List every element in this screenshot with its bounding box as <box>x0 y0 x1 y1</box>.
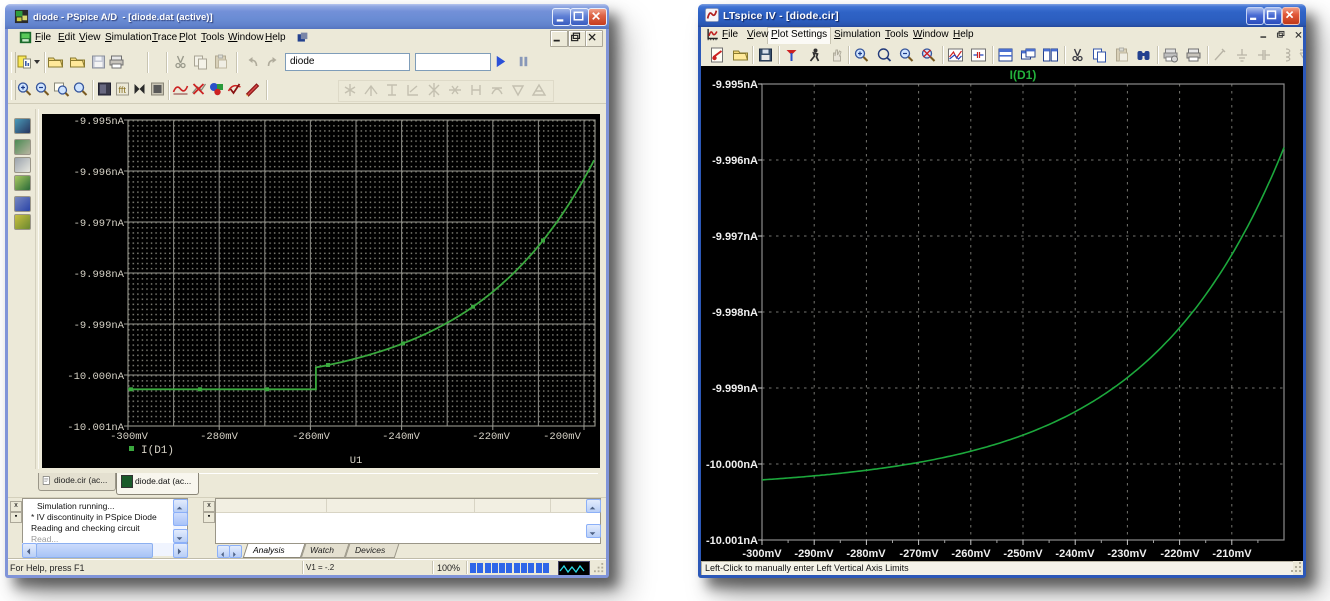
svg-text:-9.999nA: -9.999nA <box>712 383 758 395</box>
svg-text:U1: U1 <box>350 455 363 467</box>
svg-text:-9.996nA: -9.996nA <box>712 155 758 167</box>
svg-text:-290mV: -290mV <box>794 548 834 560</box>
svg-text:-210mV: -210mV <box>1212 548 1252 560</box>
svg-text:-9.998nA: -9.998nA <box>712 307 758 319</box>
svg-text:-9.999nA: -9.999nA <box>74 320 125 332</box>
svg-text:-280mV: -280mV <box>200 431 239 443</box>
svg-text:-9.995nA: -9.995nA <box>712 79 758 91</box>
svg-text:-200mV: -200mV <box>543 431 582 443</box>
svg-text:-260mV: -260mV <box>951 548 991 560</box>
svg-text:-9.995nA: -9.995nA <box>74 116 125 128</box>
svg-text:I(D1): I(D1) <box>141 445 174 457</box>
svg-text:-220mV: -220mV <box>1160 548 1200 560</box>
svg-text:-280mV: -280mV <box>846 548 886 560</box>
svg-text:-270mV: -270mV <box>899 548 939 560</box>
svg-text:-220mV: -220mV <box>472 431 511 443</box>
svg-text:-9.998nA: -9.998nA <box>74 269 125 281</box>
svg-text:-10.000nA: -10.000nA <box>67 371 124 383</box>
svg-text:-9.997nA: -9.997nA <box>712 231 758 243</box>
svg-text:-240mV: -240mV <box>382 431 421 443</box>
svg-text:-240mV: -240mV <box>1055 548 1095 560</box>
svg-text:-260mV: -260mV <box>292 431 331 443</box>
svg-text:-9.996nA: -9.996nA <box>74 167 125 179</box>
svg-text:-9.997nA: -9.997nA <box>74 218 125 230</box>
svg-text:-250mV: -250mV <box>1003 548 1043 560</box>
svg-text:-300mV: -300mV <box>110 431 149 443</box>
svg-text:I(D1): I(D1) <box>1010 68 1037 82</box>
svg-text:-300mV: -300mV <box>742 548 782 560</box>
svg-text:-230mV: -230mV <box>1107 548 1147 560</box>
svg-text:-10.000nA: -10.000nA <box>706 459 758 471</box>
svg-text:-10.001nA: -10.001nA <box>706 535 758 547</box>
svg-text:fft: fft <box>119 85 127 95</box>
